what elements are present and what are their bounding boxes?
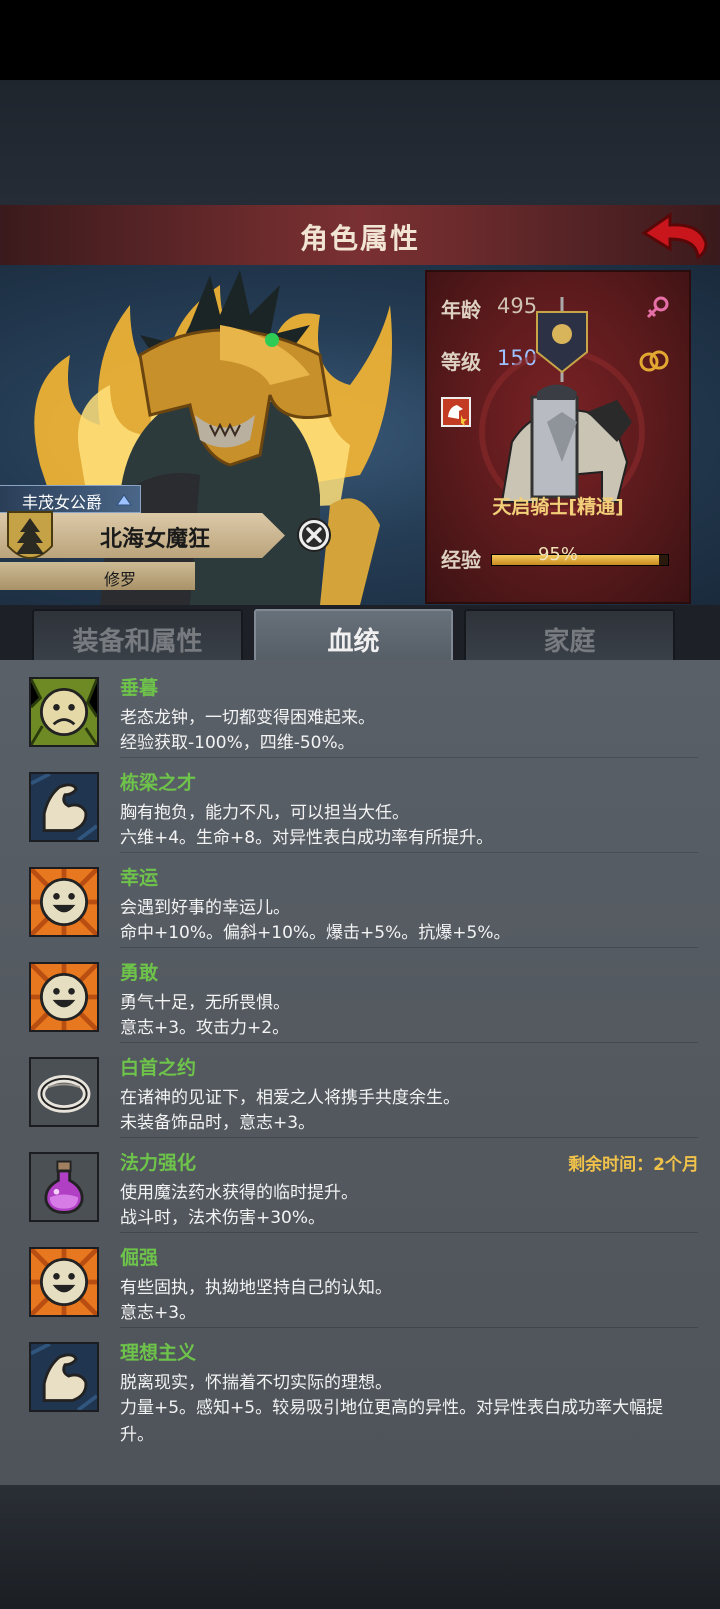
trait-effect: 未装备饰品时，意志+3。 <box>120 1113 316 1133</box>
trait-name: 幸运 <box>120 867 159 889</box>
stat-level-label: 等级 <box>441 350 481 374</box>
back-arrow-icon[interactable] <box>640 209 710 261</box>
class-label: 修罗 <box>104 570 137 589</box>
knight-mount-portrait <box>479 297 645 515</box>
tab-bloodline[interactable]: 血统 <box>254 609 453 667</box>
stat-exp-value: 95% <box>537 544 578 565</box>
character-panel: 丰茂女公爵 北海女魔狂 修罗 年龄 495 等级 150 天启骑士[精通] 经验… <box>0 265 720 605</box>
trait-name: 理想主义 <box>120 1342 197 1364</box>
happy-face-icon <box>29 1247 99 1317</box>
bottom-background <box>0 1485 720 1609</box>
list-item[interactable]: 勇敢 勇气十足，无所畏惧。 意志+3。攻击力+2。 <box>0 945 720 1043</box>
upper-background <box>0 80 720 205</box>
flexed-arm-icon <box>29 1342 99 1412</box>
trait-effect: 命中+10%。偏斜+10%。爆击+5%。抗爆+5%。 <box>120 923 511 943</box>
trait-name: 倔强 <box>120 1247 159 1269</box>
trait-name: 白首之约 <box>120 1057 197 1079</box>
trait-name: 勇敢 <box>120 962 159 984</box>
class-plate: 修罗 <box>0 562 195 590</box>
trait-list: 垂暮 老态龙钟，一切都变得困难起来。 经验获取-100%，四维-50%。 栋梁之… <box>0 660 720 1485</box>
list-item[interactable]: 倔强 有些固执，执拗地坚持自己的认知。 意志+3。 <box>0 1230 720 1328</box>
tab-bar: 装备和属性 血统 家庭 <box>0 605 720 667</box>
trait-description: 老态龙钟，一切都变得困难起来。 <box>120 708 375 728</box>
character-name: 北海女魔狂 <box>100 527 211 552</box>
title-badge: 丰茂女公爵 <box>0 485 141 513</box>
stats-card: 年龄 495 等级 150 天启骑士[精通] 经验 95% <box>425 270 691 604</box>
remaining-time: 剩余时间：2个月 <box>568 1155 699 1175</box>
trait-effect: 经验获取-100%，四维-50%。 <box>120 733 355 753</box>
trait-name: 垂暮 <box>120 677 159 699</box>
trait-name: 栋梁之才 <box>120 772 197 794</box>
page-title: 角色属性 <box>299 222 420 255</box>
tab-family-label: 家庭 <box>543 627 596 657</box>
trait-description: 在诸神的见证下，相爱之人将携手共度余生。 <box>120 1088 460 1108</box>
trait-description: 使用魔法药水获得的临时提升。 <box>120 1183 358 1203</box>
mount-skill-icon[interactable] <box>441 397 471 427</box>
list-item[interactable]: 理想主义 脱离现实，怀揣着不切实际的理想。 力量+5。感知+5。较易吸引地位更高… <box>0 1325 720 1455</box>
trait-description: 胸有抱负，能力不凡，可以担当大任。 <box>120 803 409 823</box>
tab-equipment[interactable]: 装备和属性 <box>32 609 243 663</box>
close-icon[interactable] <box>296 517 332 553</box>
stat-age-label: 年龄 <box>441 298 481 322</box>
trait-effect: 力量+5。感知+5。较易吸引地位更高的异性。对异性表白成功率大幅提升。 <box>120 1398 664 1445</box>
trait-effect: 意志+3。攻击力+2。 <box>120 1018 290 1038</box>
list-item[interactable]: 幸运 会遇到好事的幸运儿。 命中+10%。偏斜+10%。爆击+5%。抗爆+5%。 <box>0 850 720 948</box>
happy-face-icon <box>29 867 99 937</box>
trait-effect: 战斗时，法术伤害+30%。 <box>120 1208 326 1228</box>
tab-equipment-label: 装备和属性 <box>72 627 203 657</box>
rank-up-icon <box>116 494 132 506</box>
pine-tree-crest-icon <box>7 511 53 559</box>
trait-name: 法力强化 <box>120 1152 197 1174</box>
mount-name: 天启骑士[精通] <box>492 496 624 518</box>
trait-effect: 六维+4。生命+8。对异性表白成功率有所提升。 <box>120 828 494 848</box>
trait-effect: 意志+3。 <box>120 1303 197 1323</box>
trait-description: 会遇到好事的幸运儿。 <box>120 898 290 918</box>
trait-description: 脱离现实，怀揣着不切实际的理想。 <box>120 1373 392 1393</box>
list-item[interactable]: 白首之约 在诸神的见证下，相爱之人将携手共度余生。 未装备饰品时，意志+3。 <box>0 1040 720 1138</box>
potion-icon <box>29 1152 99 1222</box>
female-icon <box>646 296 669 319</box>
trait-description: 勇气十足，无所畏惧。 <box>120 993 290 1013</box>
title-bar: 角色属性 <box>0 205 720 267</box>
tab-bloodline-label: 血统 <box>327 627 380 657</box>
flexed-arm-icon <box>29 772 99 842</box>
list-item[interactable]: 垂暮 老态龙钟，一切都变得困难起来。 经验获取-100%，四维-50%。 <box>0 660 720 758</box>
ring-icon <box>29 1057 99 1127</box>
trait-description: 有些固执，执拗地坚持自己的认知。 <box>120 1278 392 1298</box>
sad-face-icon <box>29 677 99 747</box>
tab-family[interactable]: 家庭 <box>464 609 675 663</box>
status-bar-area <box>0 0 720 80</box>
happy-face-icon <box>29 962 99 1032</box>
list-item[interactable]: 法力强化 剩余时间：2个月 使用魔法药水获得的临时提升。 战斗时，法术伤害+30… <box>0 1135 720 1233</box>
list-item[interactable]: 栋梁之才 胸有抱负，能力不凡，可以担当大任。 六维+4。生命+8。对异性表白成功… <box>0 755 720 853</box>
